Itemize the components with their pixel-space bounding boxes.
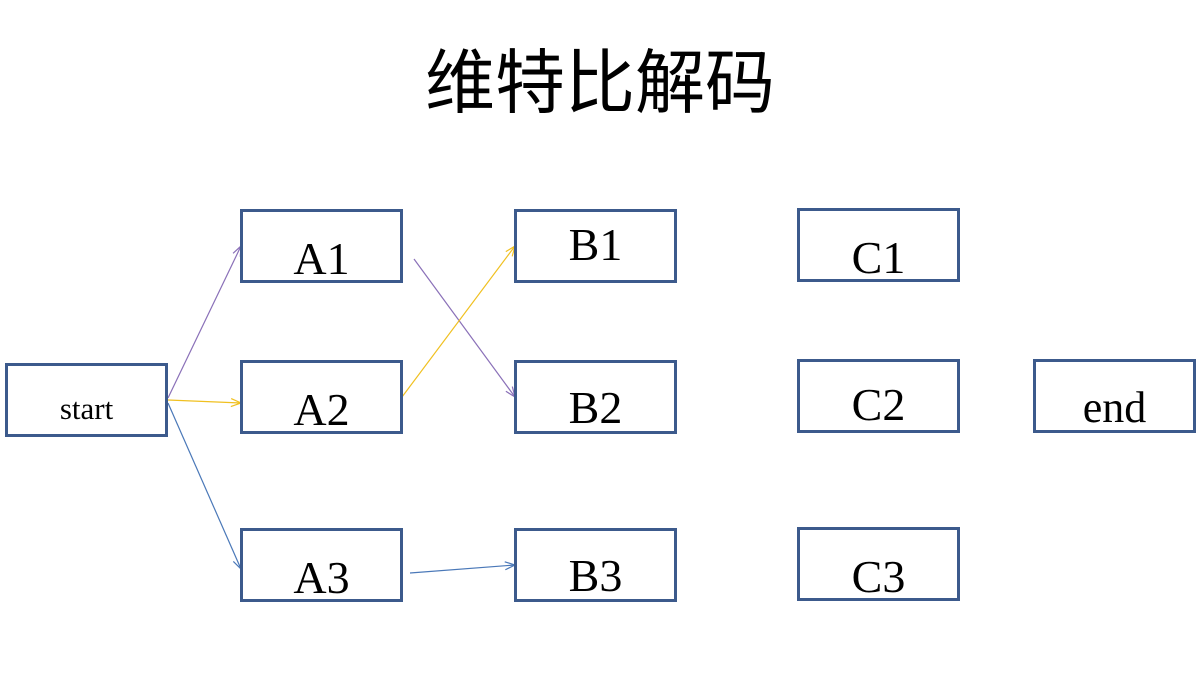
- node-c3-label: C3: [851, 551, 906, 602]
- node-a2-label: A2: [293, 384, 350, 435]
- node-c1-label: C1: [851, 232, 906, 283]
- node-start-label: start: [59, 391, 114, 426]
- node-end: end: [1033, 359, 1196, 433]
- edge-start-a3: [167, 402, 241, 569]
- node-b3-label: B3: [568, 550, 623, 601]
- edge-a1-b2: [413, 258, 515, 397]
- node-c2: C2: [797, 359, 960, 433]
- edge-start-a1: [167, 246, 241, 399]
- edge-start-a2: [167, 400, 241, 403]
- node-a1: A1: [240, 209, 403, 284]
- node-end-label: end: [1082, 383, 1147, 432]
- node-a1-label: A1: [293, 233, 350, 284]
- node-c2-label: C2: [851, 379, 906, 430]
- node-start: start: [5, 363, 168, 437]
- node-b2: B2: [514, 360, 677, 434]
- node-b1: B1: [514, 209, 677, 283]
- node-b2-label: B2: [568, 382, 623, 433]
- node-b3: B3: [514, 528, 677, 602]
- node-a3: A3: [240, 528, 403, 603]
- node-a2: A2: [240, 360, 403, 435]
- node-b1-label: B1: [568, 219, 623, 270]
- node-a3-label: A3: [293, 552, 350, 603]
- node-c1: C1: [797, 208, 960, 283]
- node-c3: C3: [797, 527, 960, 602]
- edge-a3-b3: [409, 565, 515, 574]
